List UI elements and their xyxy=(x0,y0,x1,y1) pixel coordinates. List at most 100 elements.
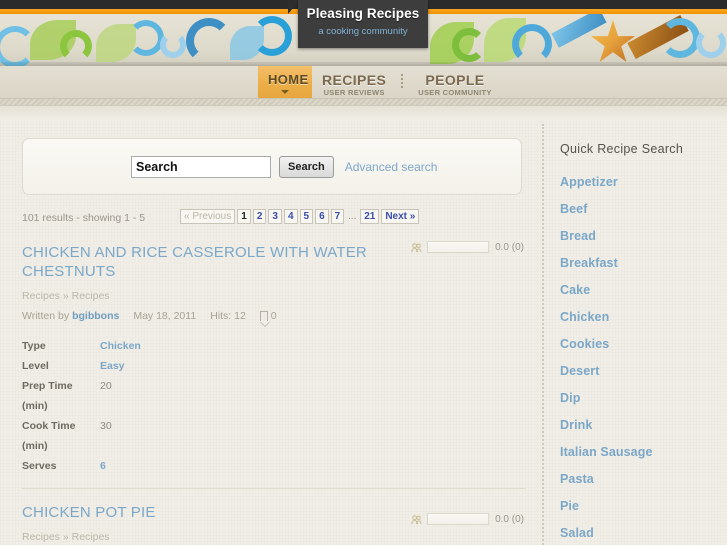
pagination-previous: « Previous xyxy=(180,209,236,224)
advanced-search-link[interactable]: Advanced search xyxy=(345,160,438,174)
pagination-page-4[interactable]: 4 xyxy=(283,209,298,224)
search-button[interactable]: Search xyxy=(279,155,334,178)
written-by-label: Written by xyxy=(22,310,70,322)
sidebar-item-cake[interactable]: Cake xyxy=(560,283,727,297)
pagination-page-5[interactable]: 5 xyxy=(299,209,314,224)
pagination-page-7[interactable]: 7 xyxy=(330,209,345,224)
sidebar-item-chicken[interactable]: Chicken xyxy=(560,310,727,324)
nav-item-people-label: PEOPLE xyxy=(425,72,485,88)
swirl-decor xyxy=(696,28,726,58)
attribute-value[interactable]: Easy xyxy=(100,356,125,376)
recipe-attribute-row: Type Chicken xyxy=(22,336,526,356)
swirl-decor xyxy=(186,18,232,64)
sidebar-item-pie[interactable]: Pie xyxy=(560,499,727,513)
results-count-text: 101 results - showing 1 - 5 xyxy=(22,212,146,224)
swirl-decor xyxy=(60,30,92,62)
recipe-entry: CHICKEN AND RICE CASSEROLE WITH WATER CH… xyxy=(22,229,526,476)
sidebar-item-cookies[interactable]: Cookies xyxy=(560,337,727,351)
attribute-value: 30 xyxy=(100,420,112,432)
attribute-label: Serves xyxy=(22,460,57,472)
nav-item-recipes-sublabel: USER REVIEWS xyxy=(323,88,385,97)
recipe-attribute-row: Prep Time (min) 20 xyxy=(22,376,526,416)
rating-value: 0.0 (0) xyxy=(495,241,524,253)
sidebar-item-pasta[interactable]: Pasta xyxy=(560,472,727,486)
sidebar-item-beef[interactable]: Beef xyxy=(560,202,727,216)
pagination-next[interactable]: Next » xyxy=(381,209,420,224)
recipe-attribute-row: Serves 6 xyxy=(22,456,526,476)
pagination-page-1[interactable]: 1 xyxy=(237,209,251,224)
nav-item-recipes[interactable]: RECIPES USER REVIEWS xyxy=(312,66,396,98)
chevron-down-icon xyxy=(281,90,289,94)
recipe-title-link[interactable]: CHICKEN AND RICE CASSEROLE WITH WATER CH… xyxy=(22,243,372,281)
comment-icon xyxy=(259,311,270,327)
content-sidebar-divider xyxy=(542,124,544,545)
main-column: Search Advanced search 101 results - sho… xyxy=(0,120,540,545)
page-root: Pleasing Recipes a cooking community HOM… xyxy=(0,0,727,545)
recipe-attribute-row: Cook Time (min) 30 xyxy=(22,416,526,456)
sidebar: Quick Recipe Search Appetizer Beef Bread… xyxy=(560,120,727,545)
breadcrumb: Recipes » Recipes xyxy=(22,531,110,543)
sidebar-item-appetizer[interactable]: Appetizer xyxy=(560,175,727,189)
sidebar-item-breakfast[interactable]: Breakfast xyxy=(560,256,727,270)
sidebar-item-salad[interactable]: Salad xyxy=(560,526,727,540)
recipe-attributes: Type Chicken Level Easy Prep Time (min) … xyxy=(22,336,526,476)
recipe-attribute-row: Level Easy xyxy=(22,356,526,376)
pagination-ellipsis: ... xyxy=(348,211,357,222)
swirl-decor xyxy=(252,16,292,56)
search-panel: Search Advanced search xyxy=(22,138,522,195)
rating-user-icon xyxy=(411,514,422,524)
attribute-label: Type xyxy=(22,340,46,352)
recipe-date: May 18, 2011 xyxy=(133,310,197,322)
attribute-label: Level xyxy=(22,360,49,372)
rating-stars-bar[interactable] xyxy=(427,241,490,253)
rating-user-icon xyxy=(411,242,422,252)
swirl-decor xyxy=(512,24,552,64)
content-area: Search Advanced search 101 results - sho… xyxy=(0,120,727,545)
nav-fade-band xyxy=(0,106,727,120)
sidebar-item-drink[interactable]: Drink xyxy=(560,418,727,432)
recipe-hits: Hits: 12 xyxy=(210,310,246,322)
nav-item-people-sublabel: USER COMMUNITY xyxy=(418,88,492,97)
nav-item-recipes-label: RECIPES xyxy=(322,72,387,88)
swirl-decor xyxy=(128,20,164,56)
nav-striped-band xyxy=(0,98,727,106)
attribute-label: Cook Time (min) xyxy=(22,420,76,452)
search-input[interactable] xyxy=(131,155,271,178)
swirl-decor xyxy=(660,18,700,58)
nav-item-home-label: HOME xyxy=(268,72,309,87)
attribute-label: Prep Time (min) xyxy=(22,380,73,412)
pagination: « Previous 1 2 3 4 5 6 7 ... 21 Next » xyxy=(180,209,421,224)
pagination-page-6[interactable]: 6 xyxy=(315,209,329,224)
pagination-last-page[interactable]: 21 xyxy=(360,209,380,224)
attribute-value[interactable]: 6 xyxy=(100,456,106,476)
recipe-title-link[interactable]: CHICKEN POT PIE xyxy=(22,503,372,522)
recipe-rating: 0.0 (0) xyxy=(411,513,524,525)
main-navigation: HOME RECIPES USER REVIEWS PEOPLE USER CO… xyxy=(0,66,727,98)
attribute-value: 20 xyxy=(100,380,112,392)
swirl-decor xyxy=(160,32,186,58)
results-bar: 101 results - showing 1 - 5 « Previous 1… xyxy=(22,209,522,229)
sidebar-title: Quick Recipe Search xyxy=(560,142,684,156)
recipe-comments[interactable]: 0 xyxy=(259,310,277,327)
site-logo[interactable]: Pleasing Recipes a cooking community xyxy=(298,0,428,48)
site-header: Pleasing Recipes a cooking community xyxy=(0,0,727,66)
sidebar-item-bread[interactable]: Bread xyxy=(560,229,727,243)
pagination-page-2[interactable]: 2 xyxy=(252,209,267,224)
rating-stars-bar[interactable] xyxy=(427,513,490,525)
swirl-decor xyxy=(452,28,486,62)
pagination-page-3[interactable]: 3 xyxy=(268,209,282,224)
nav-item-people[interactable]: PEOPLE USER COMMUNITY xyxy=(408,66,501,98)
sidebar-item-desert[interactable]: Desert xyxy=(560,364,727,378)
recipe-rating: 0.0 (0) xyxy=(411,241,524,253)
breadcrumb: Recipes » Recipes xyxy=(22,290,110,302)
attribute-value[interactable]: Chicken xyxy=(100,336,141,356)
sidebar-item-dip[interactable]: Dip xyxy=(560,391,727,405)
rating-value: 0.0 (0) xyxy=(495,513,524,525)
logo-subtitle: a cooking community xyxy=(318,26,408,37)
recipe-meta: Written by bgibbons May 18, 2011 Hits: 1… xyxy=(22,310,526,327)
nav-item-home[interactable]: HOME xyxy=(258,66,312,98)
logo-title: Pleasing Recipes xyxy=(306,6,420,21)
sidebar-item-italian-sausage[interactable]: Italian Sausage xyxy=(560,445,727,459)
recipe-author-link[interactable]: bgibbons xyxy=(72,310,119,322)
ribbon-decor xyxy=(551,14,607,48)
